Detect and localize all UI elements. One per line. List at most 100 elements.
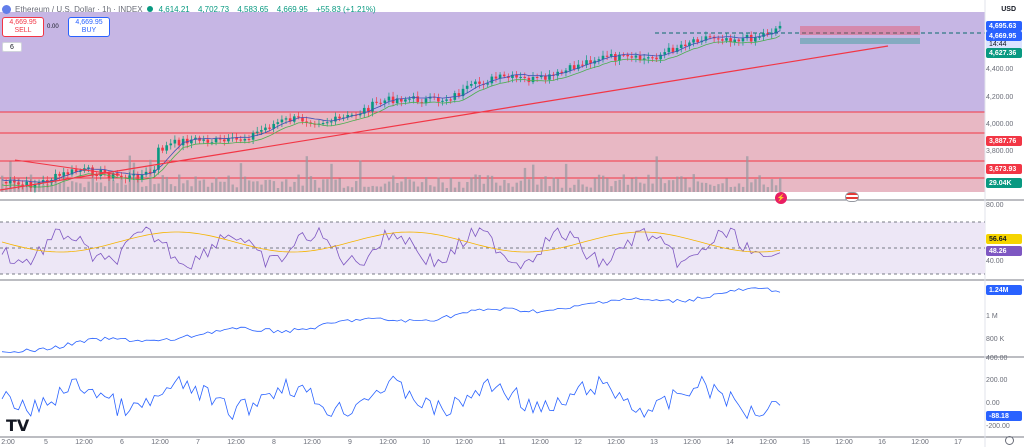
- volume-bar: [774, 185, 778, 192]
- volume-bar: [441, 182, 444, 192]
- indicators-toggle[interactable]: 6: [2, 42, 22, 52]
- candle-body: [17, 182, 20, 185]
- price-tag-high: 4,695.63: [986, 21, 1022, 31]
- time-tick: 12: [574, 439, 582, 446]
- buy-button[interactable]: 4,669.95 BUY: [68, 17, 110, 37]
- time-tick: 8: [272, 439, 276, 446]
- candle-body: [87, 167, 90, 169]
- volume-bar: [363, 186, 366, 192]
- volume-bar: [322, 179, 325, 192]
- volume-bar: [309, 176, 313, 192]
- flash-icon[interactable]: ⚡: [775, 192, 787, 204]
- time-tick: 12:00: [379, 439, 397, 446]
- volume-bar: [268, 179, 271, 192]
- candle-body: [445, 99, 448, 101]
- candle-body: [737, 39, 741, 42]
- volume-bar: [737, 183, 741, 192]
- candle-body: [218, 138, 222, 140]
- volume-bar: [437, 177, 440, 192]
- ohlc-values: 4,614.21 4,702.73 4,583.65 4,669.95 +55.…: [153, 5, 376, 14]
- volume-bar: [202, 179, 206, 192]
- obv-tick: 1 M: [986, 313, 998, 320]
- cci-tick: -200.00: [986, 423, 1010, 430]
- candle-body: [120, 175, 123, 178]
- volume-bar: [194, 176, 197, 192]
- candle-body: [276, 122, 280, 124]
- us-flag-icon[interactable]: [845, 192, 859, 202]
- candle-body: [260, 130, 263, 132]
- time-tick: 12:00: [303, 439, 321, 446]
- volume-bar: [503, 179, 506, 192]
- volume-bar: [639, 182, 642, 192]
- volume-bar: [338, 178, 341, 192]
- candle-body: [679, 44, 683, 49]
- candle-body: [708, 36, 712, 38]
- volume-bar: [581, 184, 584, 192]
- volume-bar: [548, 186, 551, 192]
- candle-body: [469, 84, 473, 86]
- candle-body: [754, 37, 757, 42]
- candle-body: [321, 123, 325, 125]
- volume-bar: [182, 183, 185, 192]
- volume-bar: [375, 186, 378, 192]
- volume-bar: [140, 186, 144, 192]
- time-tick: 12:00: [227, 439, 245, 446]
- candle-body: [214, 138, 218, 143]
- volume-bar: [713, 185, 716, 192]
- candle-body: [716, 38, 720, 40]
- currency-label[interactable]: USD: [1001, 6, 1016, 13]
- candle-body: [416, 96, 420, 103]
- chart-canvas[interactable]: [0, 0, 1024, 447]
- close-value: 4,669.95: [276, 4, 308, 14]
- volume-bar: [169, 184, 173, 192]
- volume-bar: [519, 180, 523, 192]
- volume-bar: [297, 174, 300, 192]
- candle-body: [173, 139, 177, 144]
- volume-bar: [474, 174, 477, 192]
- candle-body: [614, 54, 617, 61]
- volume-bar: [120, 177, 123, 192]
- time-tick: 12:00: [151, 439, 169, 446]
- candle-body: [725, 38, 728, 41]
- settings-icon[interactable]: [1005, 436, 1014, 445]
- volume-bar: [346, 186, 350, 192]
- volume-bar: [709, 184, 712, 192]
- tradingview-logo[interactable]: TV: [6, 416, 29, 435]
- candle-body: [95, 175, 98, 177]
- volume-bar: [235, 187, 239, 192]
- volume-bar: [276, 187, 280, 192]
- candle-body: [486, 83, 490, 85]
- volume-bar: [721, 183, 724, 192]
- volume-bar: [70, 181, 74, 192]
- volume-bar: [116, 183, 119, 192]
- rsi-tick: 80.00: [986, 202, 1004, 209]
- volume-bar: [396, 182, 399, 192]
- volume-bar: [717, 184, 720, 192]
- candle-body: [667, 47, 671, 53]
- symbol-legend[interactable]: Ethereum / U.S. Dollar · 1h · INDEX 4,61…: [2, 2, 376, 16]
- volume-bar: [704, 182, 708, 192]
- chart-root[interactable]: Ethereum / U.S. Dollar · 1h · INDEX 4,61…: [0, 0, 1024, 447]
- candle-body: [383, 100, 387, 104]
- volume-bar: [618, 179, 621, 192]
- volume-bar: [305, 156, 309, 192]
- candle-body: [334, 116, 337, 122]
- volume-bar: [371, 185, 374, 192]
- candle-body: [449, 99, 452, 101]
- candle-body: [169, 143, 173, 146]
- volume-bar: [457, 181, 461, 192]
- volume-bar: [470, 177, 473, 192]
- volume-bar: [688, 187, 691, 192]
- candle-body: [523, 76, 527, 78]
- cci-line: [1, 375, 781, 421]
- symbol-title[interactable]: Ethereum / U.S. Dollar · 1h · INDEX: [15, 5, 143, 14]
- buy-label: BUY: [81, 27, 97, 34]
- change-value: +55.83 (+1.21%): [316, 4, 376, 14]
- volume-bar: [433, 186, 436, 192]
- volume-bar: [157, 183, 160, 192]
- sell-button[interactable]: 4,669.95 SELL: [2, 17, 44, 37]
- volume-bar: [758, 175, 761, 192]
- cci-tag: -88.18: [986, 411, 1022, 421]
- volume-bar: [66, 186, 70, 192]
- candle-body: [437, 97, 440, 102]
